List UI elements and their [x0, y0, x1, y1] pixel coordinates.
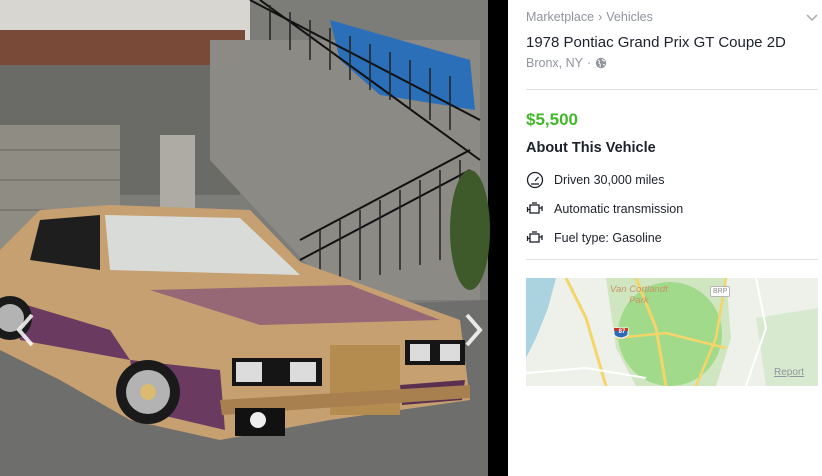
about-vehicle-heading: About This Vehicle [526, 140, 656, 156]
engine-icon [526, 229, 544, 247]
vehicle-photo [0, 0, 508, 476]
globe-icon [595, 57, 607, 69]
chevron-left-icon [16, 313, 34, 347]
map-park-label-line2: Park [629, 295, 649, 306]
options-dropdown-button[interactable] [806, 10, 818, 28]
breadcrumb: Marketplace › Vehicles [526, 10, 653, 24]
location-text: Bronx, NY [526, 56, 583, 70]
breadcrumb-vehicles-link[interactable]: Vehicles [606, 10, 653, 24]
previous-photo-button[interactable] [14, 312, 44, 352]
breadcrumb-marketplace-link[interactable]: Marketplace [526, 10, 594, 24]
listing-details-panel: Marketplace › Vehicles 1978 Pontiac Gran… [508, 0, 822, 476]
location-separator: · [586, 56, 592, 70]
breadcrumb-separator: › [598, 10, 603, 24]
next-photo-button[interactable] [463, 312, 493, 352]
spec-transmission-text: Automatic transmission [554, 202, 684, 216]
listing-photo-viewer[interactable] [0, 0, 508, 476]
location-map[interactable]: Van Cortlandt Park BRP 87 Report [526, 278, 818, 386]
spec-mileage: Driven 30,000 miles [526, 171, 664, 189]
spec-mileage-text: Driven 30,000 miles [554, 173, 665, 187]
spec-transmission: Automatic transmission [526, 200, 683, 218]
spec-fuel-type: Fuel type: Gasoline [526, 229, 662, 247]
section-divider [526, 259, 818, 260]
listing-location: Bronx, NY · [526, 56, 607, 70]
listing-price: $5,500 [526, 110, 578, 129]
chevron-right-icon [465, 313, 483, 347]
section-divider [526, 89, 818, 90]
chevron-down-icon [806, 14, 818, 22]
map-park-label-line1: Van Cortlandt [610, 284, 668, 295]
speedometer-icon [526, 171, 544, 189]
spec-fuel-type-text: Fuel type: Gasoline [554, 231, 662, 245]
listing-title: 1978 Pontiac Grand Prix GT Coupe 2D [526, 34, 786, 51]
map-park-label: Van Cortlandt Park [610, 284, 668, 306]
map-highway-shield-label: 87 [618, 329, 626, 335]
map-road-badge: BRP [710, 286, 731, 297]
map-report-link[interactable]: Report [774, 367, 804, 378]
engine-icon [526, 200, 544, 218]
